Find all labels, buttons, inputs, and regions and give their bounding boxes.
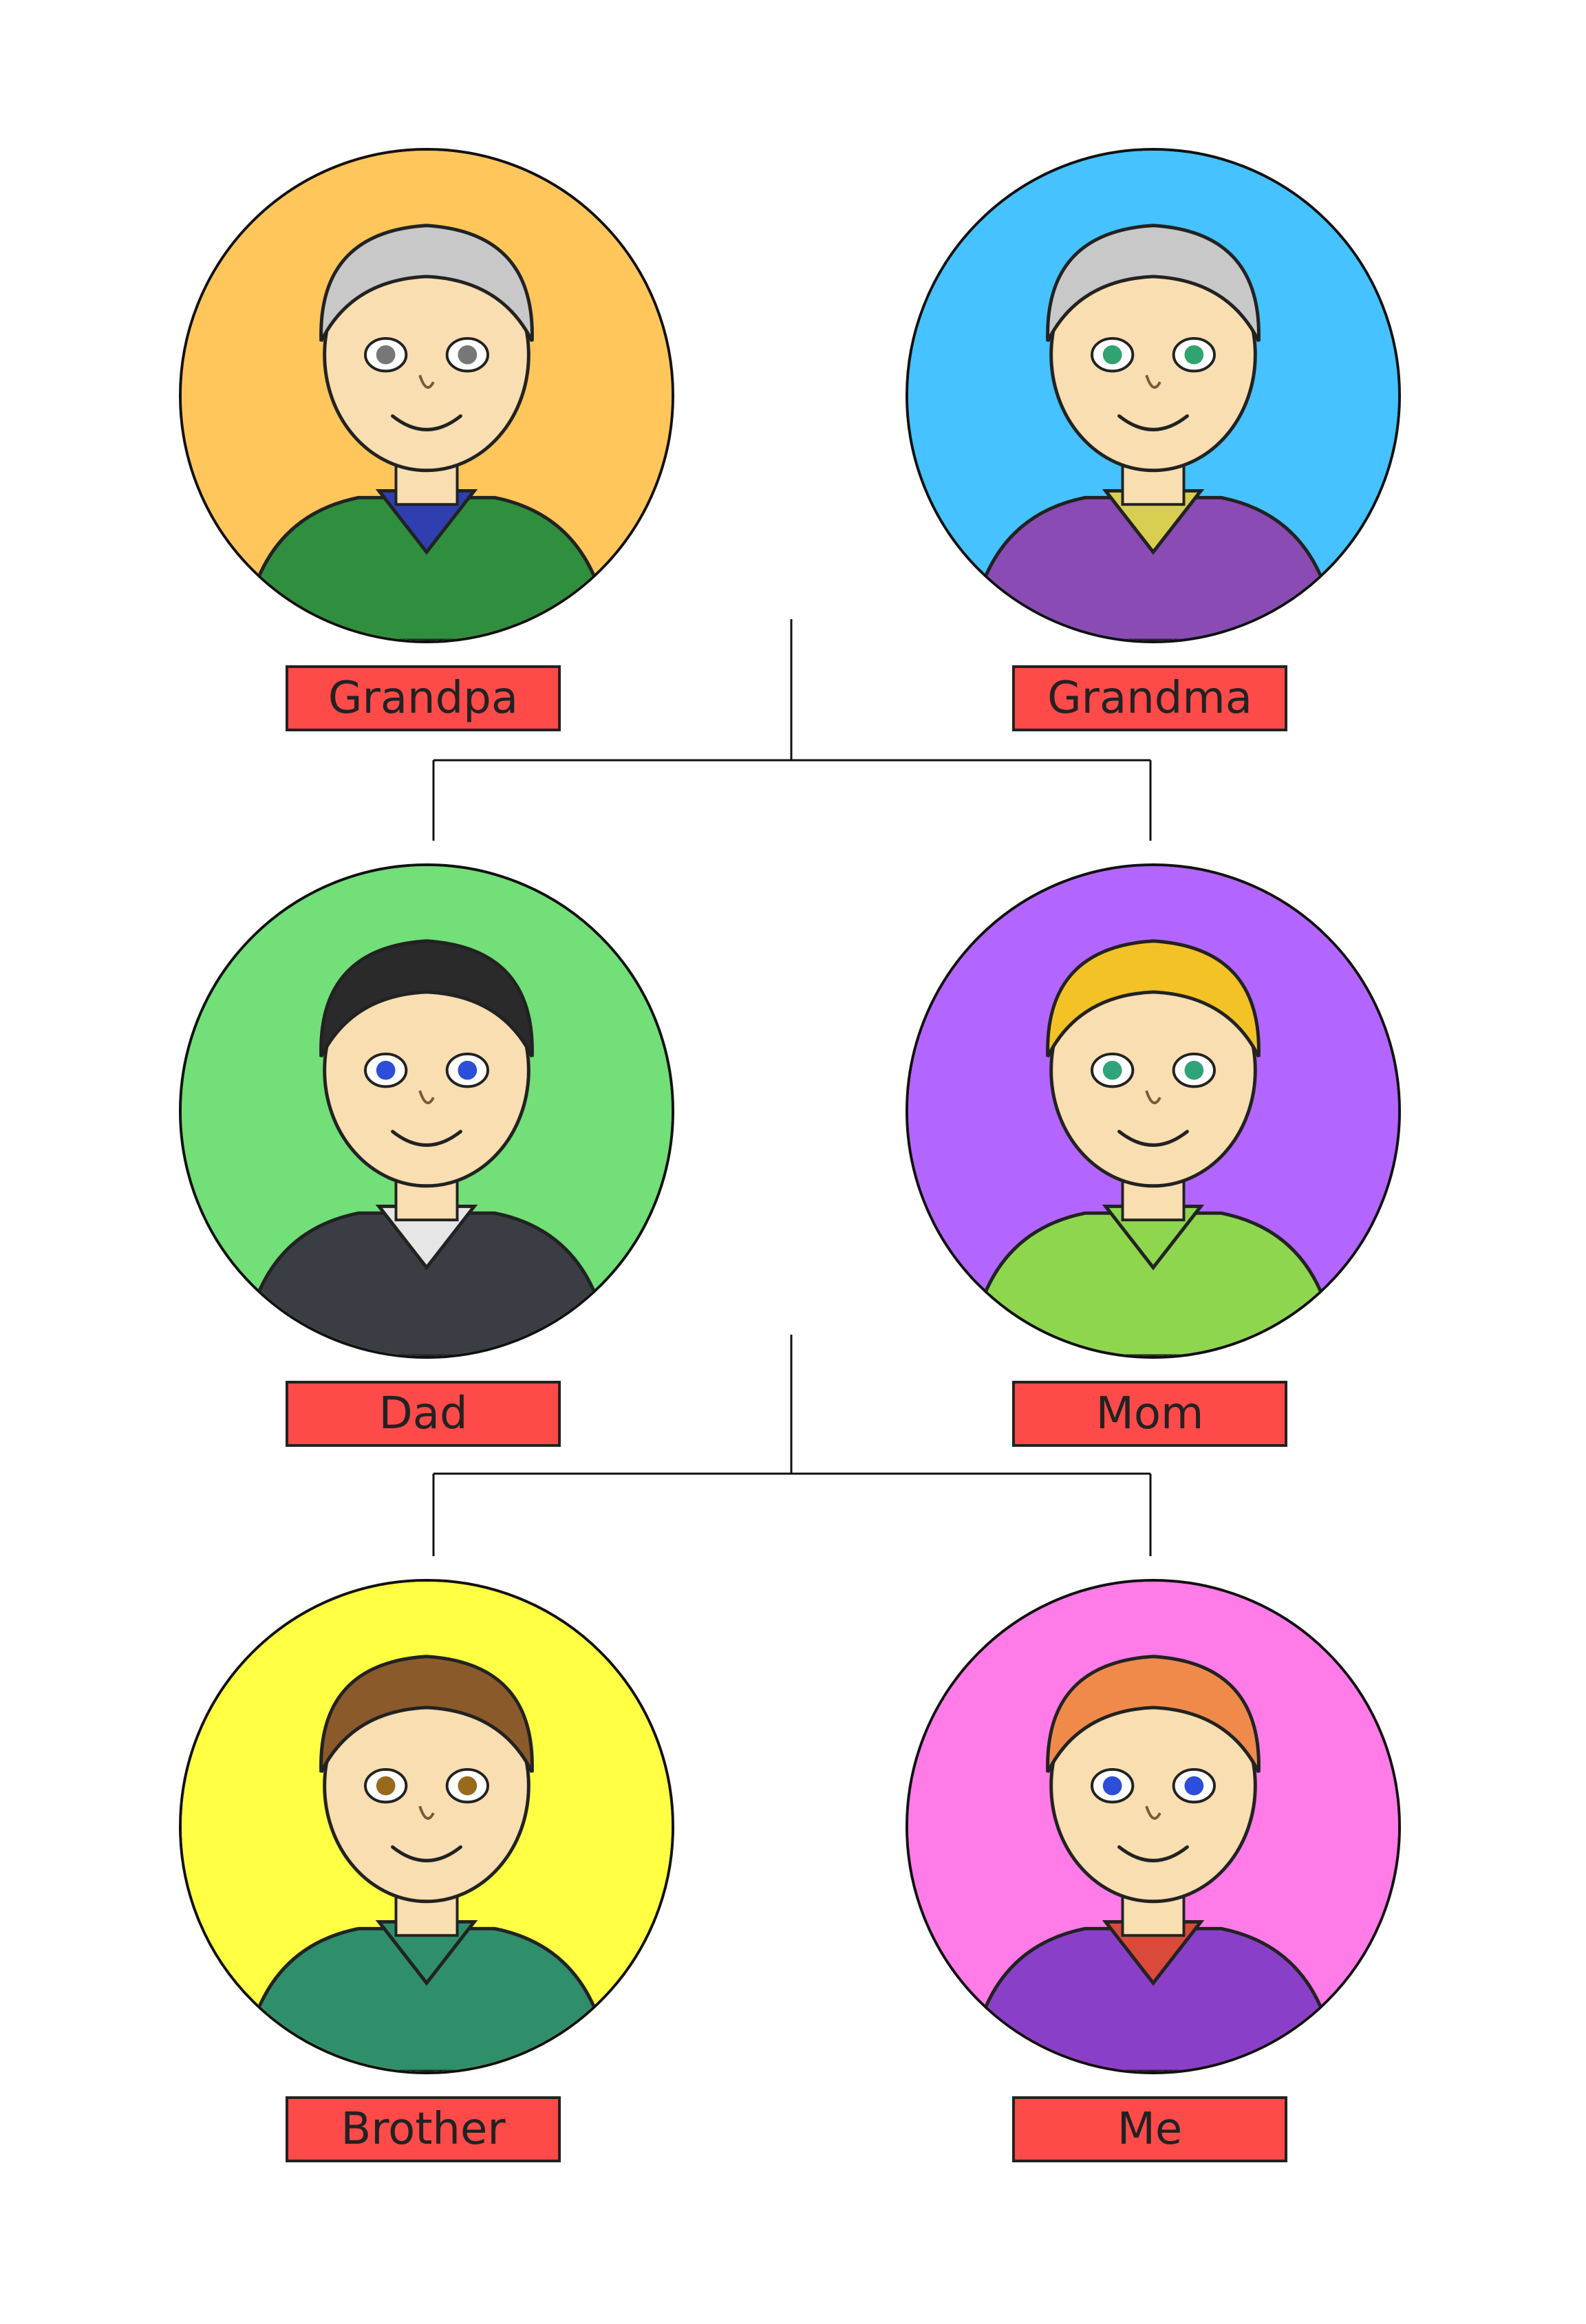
grandma-portrait — [905, 148, 1401, 643]
mom-portrait — [905, 863, 1401, 1359]
brother-avatar-illustration — [182, 1582, 672, 2072]
mom-name-label: Mom — [1012, 1381, 1287, 1447]
grandpa-name-label: Grandpa — [286, 665, 561, 731]
dad-portrait — [179, 863, 674, 1359]
dad-name-label: Dad — [286, 1381, 561, 1447]
grandma-name-label: Grandma — [1012, 665, 1287, 731]
me-name-label: Me — [1012, 2096, 1287, 2162]
brother-name-label: Brother — [286, 2096, 561, 2162]
grandpa-portrait — [179, 148, 674, 643]
grandma-avatar-illustration — [908, 151, 1398, 641]
mom-avatar-illustration — [908, 866, 1398, 1356]
grandpa-avatar-illustration — [182, 151, 672, 641]
dad-avatar-illustration — [182, 866, 672, 1356]
brother-portrait — [179, 1579, 674, 2074]
family-tree-diagram: Grandpa Grandma Dad Mom Brother Me — [0, 0, 1586, 2324]
me-avatar-illustration — [908, 1582, 1398, 2072]
me-portrait — [905, 1579, 1401, 2074]
